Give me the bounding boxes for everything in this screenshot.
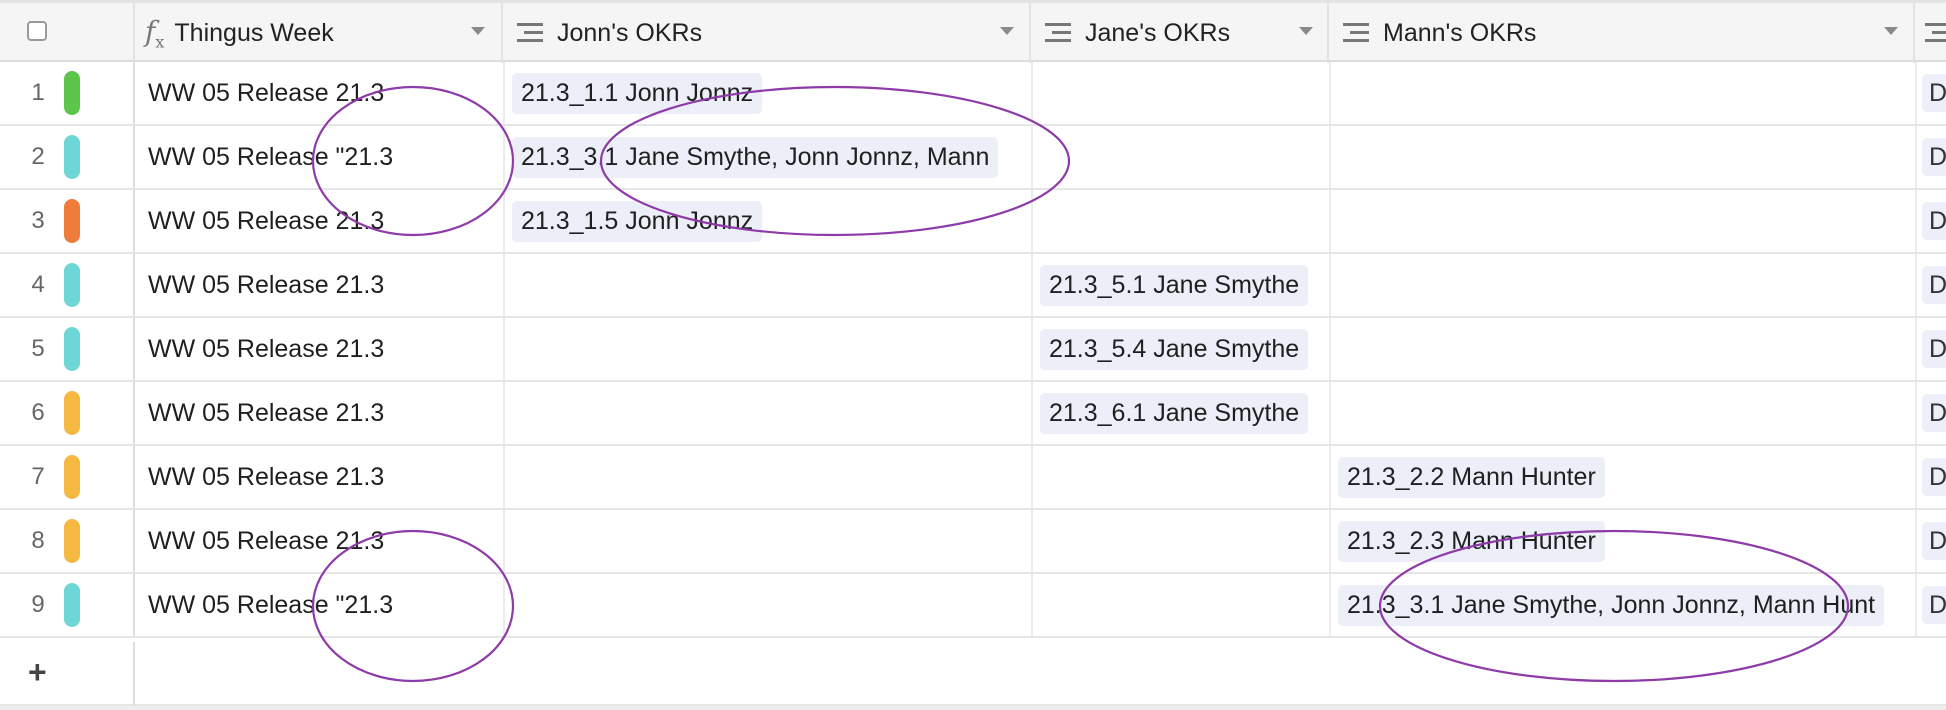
annotation-overlay [311,85,1850,683]
data-grid: fx Thingus Week Jonn's OKRs Jane's OKRs … [0,0,1946,710]
annotation-circle [599,85,1071,237]
annotation-circle [1378,529,1850,683]
annotation-circle [311,85,515,237]
annotation-circle [311,529,515,683]
